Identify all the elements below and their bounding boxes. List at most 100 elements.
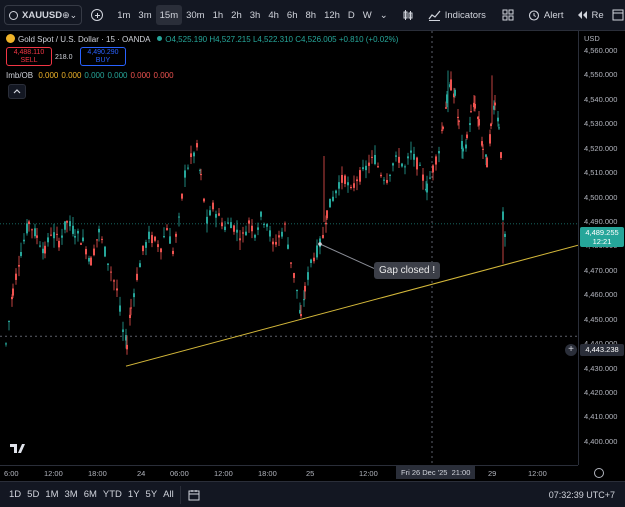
candle-body (224, 226, 226, 231)
candle-body (77, 230, 79, 234)
indicators-button[interactable]: Indicators (424, 5, 490, 25)
templates-button[interactable] (498, 5, 518, 25)
candle-body (257, 227, 259, 230)
candle-body (184, 170, 186, 178)
range-3m[interactable]: 3M (62, 485, 81, 505)
legend-change: +0.810 (+0.02%) (338, 35, 399, 44)
timeframe-1h[interactable]: 1h (209, 5, 228, 25)
candle-body (175, 233, 177, 237)
candle-body (275, 241, 277, 245)
range-1m[interactable]: 1M (42, 485, 61, 505)
candle-body (215, 214, 217, 218)
axis-settings-icon[interactable] (594, 468, 604, 478)
clock-timezone[interactable]: 07:32:39 UTC+7 (549, 490, 615, 500)
candle-body (163, 236, 165, 238)
replay-label: Re (591, 9, 604, 21)
candle-body (325, 222, 327, 225)
candle-body (362, 167, 364, 170)
candle-body (28, 221, 30, 225)
chart-type-button[interactable] (398, 5, 418, 25)
price-axis[interactable]: USD 4,560.000 4,550.000 4,540.000 4,530.000… (578, 31, 625, 465)
timeframe-3h[interactable]: 3h (246, 5, 265, 25)
range-5y[interactable]: 5Y (143, 485, 161, 505)
range-1d[interactable]: 1D (6, 485, 24, 505)
price-tick-label: 4,400.000 (584, 436, 618, 446)
range-5d[interactable]: 5D (24, 485, 42, 505)
crosshair-time-tag: Fri 26 Dec '25 21:00 (396, 466, 476, 479)
candle-body (293, 273, 295, 278)
candle-body (12, 288, 14, 296)
candle-body (178, 216, 180, 218)
candle-body (66, 220, 68, 223)
annotation-callout[interactable]: Gap closed ! (374, 262, 441, 279)
candle-body (278, 235, 280, 238)
collapse-legend-button[interactable] (8, 84, 26, 99)
candle-body (442, 126, 444, 129)
crosshair-price: 4,443.238 (585, 345, 619, 354)
candle-body (303, 299, 305, 301)
add-symbol-icon (91, 9, 104, 21)
indicator-value: 0.000 (130, 71, 151, 80)
price-chart[interactable] (0, 31, 579, 465)
range-ytd[interactable]: YTD (100, 485, 125, 505)
candle-body (395, 155, 397, 157)
candle-body (281, 231, 283, 237)
time-tick-label: 12:00 (44, 469, 63, 478)
price-tick-label: 4,520.000 (584, 143, 618, 153)
indicator-value: 0.000 (84, 71, 105, 80)
candle-body (72, 225, 74, 234)
timeframe-3m[interactable]: 3m (134, 5, 155, 25)
fullscreen-button[interactable] (608, 5, 625, 25)
candle-body (254, 234, 256, 238)
candle-body (139, 263, 141, 268)
layout-grid-icon (502, 9, 514, 21)
timeframe-30m[interactable]: 30m (182, 5, 208, 25)
alert-button[interactable]: Alert (524, 5, 568, 25)
candle-body (322, 235, 324, 238)
timeframe-1m[interactable]: 1m (113, 5, 134, 25)
sell-label: SELL (20, 57, 38, 64)
range-all[interactable]: All (160, 485, 177, 505)
timeframe-w[interactable]: W (359, 5, 376, 25)
indicators-label: Indicators (444, 9, 486, 21)
top-toolbar: XAUUSD ⊕⌄ 1m 3m 15m 30m 1h 2h 3h 4h 6h 8h 12h D W ⌄ I… (0, 0, 625, 31)
time-axis[interactable]: 6:00 12:00 18:00 24 06:00 12:00 18:00 25 12:00 29… (0, 465, 578, 481)
timeframe-12h[interactable]: 12h (320, 5, 344, 25)
timeframe-d[interactable]: D (344, 5, 359, 25)
candle-body (98, 228, 100, 233)
candle-body (359, 170, 361, 182)
time-tick-label: 06:00 (170, 469, 189, 478)
candle-body (335, 190, 337, 194)
candle-body (104, 246, 106, 257)
sell-button[interactable]: 4,488.110 SELL (6, 47, 52, 66)
candle-body (181, 193, 183, 199)
candle-body (350, 186, 352, 188)
timeframe-15m[interactable]: 15m (155, 5, 183, 25)
symbol-search[interactable]: XAUUSD ⊕⌄ (4, 5, 83, 25)
chart-pane[interactable] (0, 31, 579, 465)
candle-body (187, 167, 189, 169)
goto-date-button[interactable] (184, 485, 204, 505)
candle-body (458, 120, 460, 122)
compare-button[interactable] (87, 5, 107, 25)
spread-value: 218.0 (55, 54, 73, 61)
timeframe-4h[interactable]: 4h (264, 5, 283, 25)
candle-body (96, 239, 98, 241)
buy-button[interactable]: 4,490.290 BUY (80, 47, 126, 66)
candle-body (392, 163, 394, 166)
timeframe-more-icon[interactable]: ⌄ (376, 5, 392, 25)
range-6m[interactable]: 6M (81, 485, 100, 505)
timeframe-8h[interactable]: 8h (301, 5, 320, 25)
add-alert-icon[interactable]: + (565, 344, 577, 356)
range-1y[interactable]: 1Y (125, 485, 143, 505)
timeframe-2h[interactable]: 2h (227, 5, 246, 25)
candle-body (193, 152, 195, 157)
candle-body (374, 154, 376, 165)
candle-body (80, 243, 82, 245)
timeframe-6h[interactable]: 6h (283, 5, 302, 25)
candle-body (130, 307, 132, 309)
candle-body (15, 273, 17, 280)
alert-label: Alert (543, 9, 564, 21)
candle-body (47, 237, 49, 243)
replay-button[interactable]: Re (573, 5, 607, 25)
